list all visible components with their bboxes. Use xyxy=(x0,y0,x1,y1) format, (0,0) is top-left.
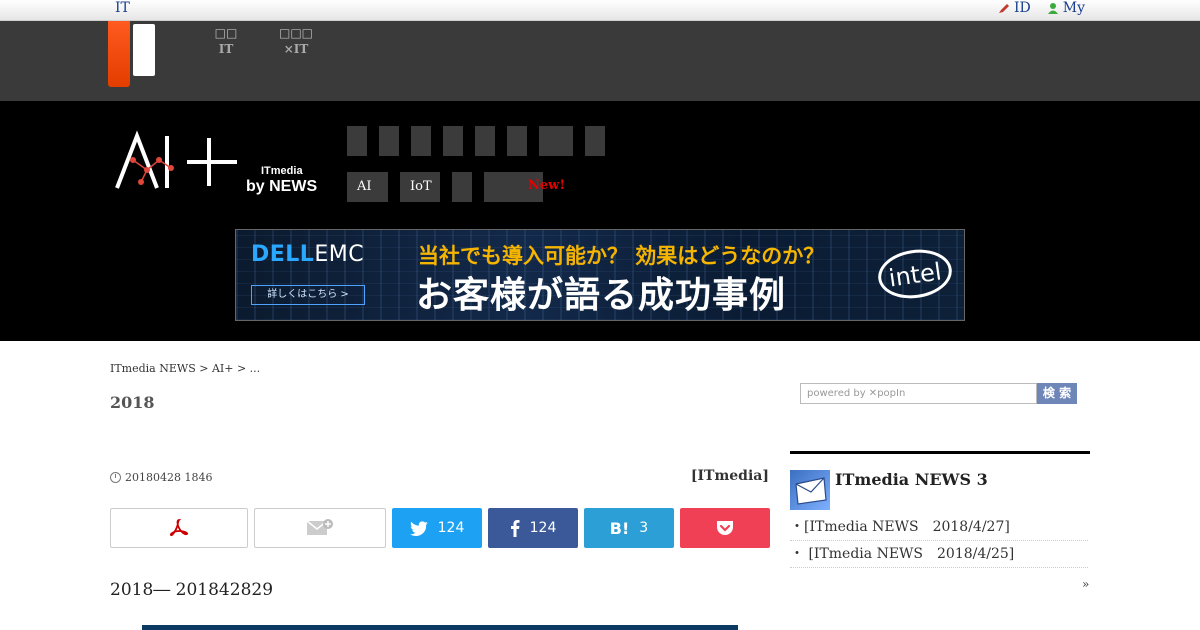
header-nav-item-1-line2: IT xyxy=(218,42,234,56)
header-nav-item-1[interactable]: □□ IT xyxy=(210,25,242,57)
account-links: ID My xyxy=(998,0,1085,16)
ad-banner[interactable]: DELLEMC 詳しくはこちら > 当社でも導入可能か？ 効果はどうなのか？ お… xyxy=(235,229,965,321)
category-tab-4[interactable] xyxy=(443,126,463,156)
header-nav-item-2-line2: ×IT xyxy=(283,42,309,56)
article-date: 20180428 1846 xyxy=(110,471,212,484)
category-tab-7[interactable] xyxy=(539,126,573,156)
svg-text:ITmedia: ITmedia xyxy=(261,165,303,177)
twitter-share-button[interactable]: 124 xyxy=(392,508,482,548)
itmedia-logo-orange[interactable] xyxy=(108,21,130,87)
mail-share-button[interactable] xyxy=(254,508,386,548)
facebook-share-button[interactable]: 124 xyxy=(488,508,578,548)
pocket-button[interactable] xyxy=(680,508,770,548)
category-tab-5[interactable] xyxy=(475,126,495,156)
id-link[interactable]: ID xyxy=(998,0,1031,16)
ad-brand-dell: DELL xyxy=(251,242,315,267)
top-utility-bar: IT ID My xyxy=(0,0,1200,21)
hatena-bookmark-button[interactable]: B! 3 xyxy=(584,508,674,548)
ad-brand-emc: EMC xyxy=(314,242,365,267)
facebook-count: 124 xyxy=(529,520,557,536)
category-tab-iot[interactable]: IoT xyxy=(400,172,440,202)
twitter-icon xyxy=(409,520,428,536)
category-tab-1[interactable] xyxy=(347,126,367,156)
site-header: □□ IT □□□ ×IT xyxy=(0,21,1200,101)
category-tab-6[interactable] xyxy=(507,126,527,156)
breadcrumb[interactable]: ITmedia NEWS > AI+ > ... xyxy=(110,362,260,375)
ad-headline-2: お客様が語る成功事例 xyxy=(416,275,787,316)
pdf-icon xyxy=(169,519,189,537)
my-link-label: My xyxy=(1062,0,1085,16)
hatena-icon: B! xyxy=(609,518,630,538)
article-image xyxy=(142,625,738,630)
user-icon xyxy=(1047,3,1058,14)
itmedia-logo-white[interactable] xyxy=(133,24,155,76)
my-link[interactable]: My xyxy=(1047,0,1085,16)
search-input[interactable]: powered by ✕popIn xyxy=(800,383,1037,404)
article-headline: 2018― 201842829 xyxy=(110,580,274,600)
sidebar-title: ITmedia NEWS 3 xyxy=(835,470,988,489)
hatena-count: 3 xyxy=(639,520,649,536)
pdf-button[interactable] xyxy=(110,508,248,548)
ad-brand: DELLEMC xyxy=(251,242,364,267)
sidebar-list-item[interactable]: ・ [ITmedia NEWS 2018/4/25] xyxy=(790,541,1088,568)
new-badge: New! xyxy=(528,178,566,193)
pocket-icon xyxy=(717,521,733,535)
mail-add-icon xyxy=(307,519,333,535)
category-tab-2[interactable] xyxy=(379,126,399,156)
it-home-link[interactable]: IT xyxy=(115,0,130,16)
clock-icon xyxy=(110,472,121,483)
facebook-icon xyxy=(510,520,520,537)
ai-plus-logo[interactable]: ITmedia by NEWS xyxy=(113,130,318,200)
header-nav-item-2-line1: □□□ xyxy=(278,26,313,40)
category-tab-8[interactable] xyxy=(585,126,605,156)
category-tab-3[interactable] xyxy=(411,126,431,156)
page-title: 2018 xyxy=(110,393,155,412)
article-author: [ITmedia] xyxy=(690,468,769,484)
sidebar-more-link[interactable]: » xyxy=(1082,577,1089,591)
newsletter-mail-icon xyxy=(790,470,830,510)
id-link-label: ID xyxy=(1013,0,1031,16)
pen-icon xyxy=(998,4,1009,13)
sidebar-divider xyxy=(790,451,1090,454)
sidebar-list-item[interactable]: ・[ITmedia NEWS 2018/4/27] xyxy=(790,514,1088,541)
category-tab-ai[interactable]: AI xyxy=(347,172,388,202)
twitter-count: 124 xyxy=(437,520,465,536)
ad-details-button[interactable]: 詳しくはこちら > xyxy=(251,285,365,305)
svg-text:by NEWS: by NEWS xyxy=(246,178,317,195)
header-nav-item-2[interactable]: □□□ ×IT xyxy=(278,25,314,57)
category-tab-10[interactable] xyxy=(452,172,472,202)
search-button[interactable]: 検 索 xyxy=(1037,383,1077,404)
header-nav-item-1-line1: □□ xyxy=(214,26,238,40)
article-date-text: 20180428 1846 xyxy=(125,471,213,484)
